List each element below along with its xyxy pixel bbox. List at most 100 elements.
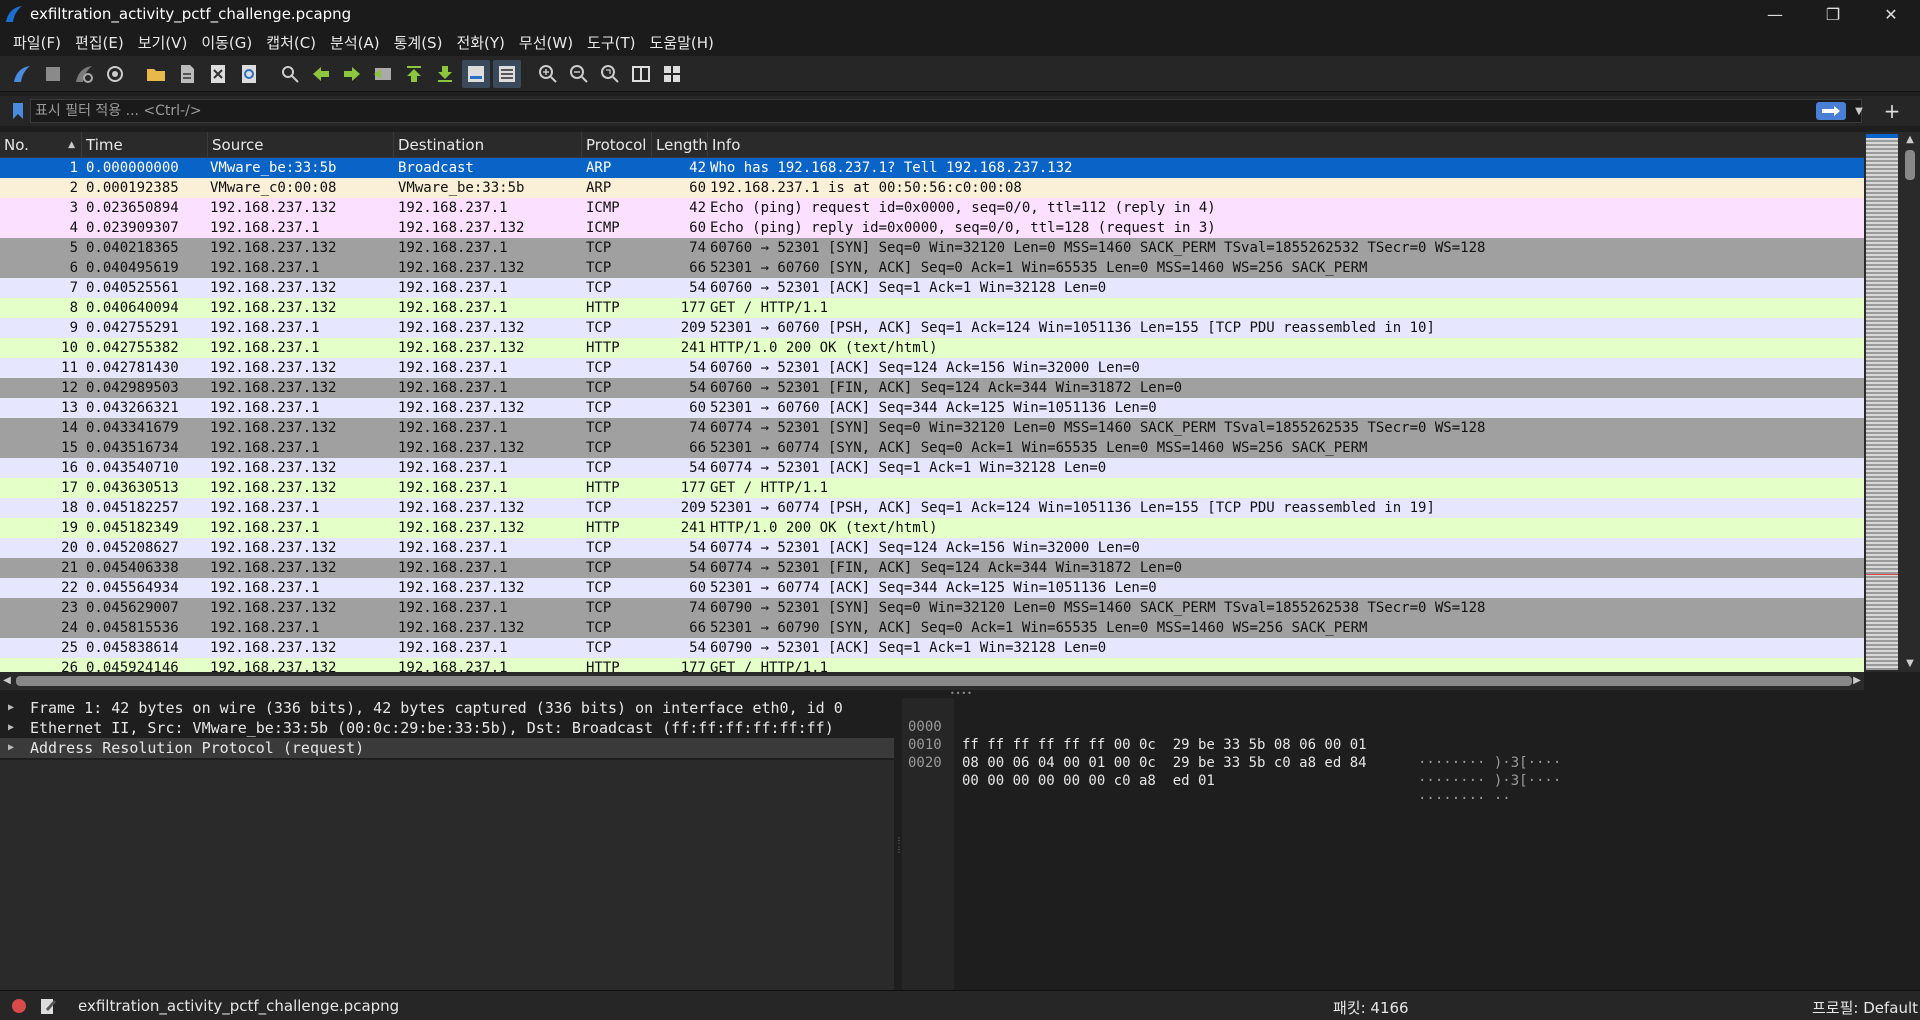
vertical-scroll-thumb[interactable] <box>1905 150 1915 180</box>
packet-row[interactable]: 16 0.043540710 192.168.237.132 192.168.237.… <box>0 458 1864 478</box>
packet-list-horizontal-scrollbar[interactable]: ◀ ▶ <box>0 672 1864 690</box>
packet-row[interactable]: 5 0.040218365 192.168.237.132 192.168.237.1… <box>0 238 1864 258</box>
packet-row[interactable]: 17 0.043630513 192.168.237.132 192.168.237.… <box>0 478 1864 498</box>
details-row-frame[interactable]: ▶ Frame 1: 42 bytes on wire (336 bits), … <box>0 698 894 718</box>
find-packet-button[interactable] <box>276 60 304 88</box>
details-row-ethernet[interactable]: ▶ Ethernet II, Src: VMware_be:33:5b (00:… <box>0 718 894 738</box>
packet-minimap[interactable] <box>1864 132 1900 672</box>
bytes-hex: 00 00 00 00 00 00 c0 a8 ed 01 <box>962 773 1215 789</box>
packet-row[interactable]: 23 0.045629007 192.168.237.132 192.168.237.… <box>0 598 1864 618</box>
column-header-length[interactable]: Length <box>652 132 708 158</box>
details-row-arp[interactable]: ▶ Address Resolution Protocol (request) <box>0 738 894 758</box>
restart-capture-button[interactable] <box>70 60 98 88</box>
go-back-button[interactable] <box>307 60 335 88</box>
menu-analyze[interactable]: 분석(A) <box>323 28 387 56</box>
zoom-out-button[interactable] <box>565 60 593 88</box>
expand-arrow-icon[interactable]: ▶ <box>8 698 22 718</box>
close-file-button[interactable] <box>204 60 232 88</box>
column-header-source[interactable]: Source <box>208 132 394 158</box>
packet-row[interactable]: 1 0.000000000 VMware_be:33:5b Broadcast ARP 4… <box>0 158 1864 178</box>
bytes-row[interactable]: 0010 08 00 06 04 00 01 00 0c 29 be 33 5b… <box>902 718 1561 789</box>
bytes-row[interactable]: 0000 ff ff ff ff ff ff 00 0c 29 be 33 5b… <box>902 700 1561 771</box>
packet-row[interactable]: 19 0.045182349 192.168.237.1 192.168.237.13… <box>0 518 1864 538</box>
go-to-packet-button[interactable] <box>369 60 397 88</box>
packet-row[interactable]: 21 0.045406338 192.168.237.132 192.168.237.… <box>0 558 1864 578</box>
packet-row[interactable]: 7 0.040525561 192.168.237.132 192.168.237.1… <box>0 278 1864 298</box>
menu-telephony[interactable]: 전화(Y) <box>449 28 511 56</box>
packet-row[interactable]: 18 0.045182257 192.168.237.1 192.168.237.13… <box>0 498 1864 518</box>
menu-help[interactable]: 도움말(H) <box>643 28 721 56</box>
packet-row[interactable]: 8 0.040640094 192.168.237.132 192.168.237.1… <box>0 298 1864 318</box>
packet-row[interactable]: 4 0.023909307 192.168.237.1 192.168.237.132… <box>0 218 1864 238</box>
menu-capture[interactable]: 캡처(C) <box>259 28 323 56</box>
column-header-time[interactable]: Time <box>82 132 208 158</box>
reload-file-button[interactable] <box>235 60 263 88</box>
packet-row[interactable]: 12 0.042989503 192.168.237.132 192.168.237.… <box>0 378 1864 398</box>
display-filter-input[interactable] <box>30 99 1862 123</box>
packet-row[interactable]: 25 0.045838614 192.168.237.132 192.168.237.… <box>0 638 1864 658</box>
packet-row[interactable]: 22 0.045564934 192.168.237.1 192.168.237.13… <box>0 578 1864 598</box>
packet-row[interactable]: 9 0.042755291 192.168.237.1 192.168.237.132… <box>0 318 1864 338</box>
packet-row[interactable]: 2 0.000192385 VMware_c0:00:08 VMware_be:33:… <box>0 178 1864 198</box>
close-button[interactable]: ✕ <box>1862 0 1920 28</box>
menu-view[interactable]: 보기(V) <box>131 28 195 56</box>
go-last-button[interactable] <box>431 60 459 88</box>
column-header-destination[interactable]: Destination <box>394 132 582 158</box>
filter-history-dropdown[interactable]: ▼ <box>1852 102 1866 120</box>
capture-options-button[interactable] <box>101 60 129 88</box>
add-filter-button-button[interactable]: + <box>1880 99 1904 123</box>
start-capture-button[interactable] <box>8 60 36 88</box>
scroll-right-icon[interactable]: ▶ <box>1850 672 1864 690</box>
packet-row[interactable]: 26 0.045924146 192.168.237.132 192.168.237.… <box>0 658 1864 672</box>
packet-row[interactable]: 14 0.043341679 192.168.237.132 192.168.237.… <box>0 418 1864 438</box>
apply-filter-button[interactable] <box>1816 102 1846 120</box>
packet-row[interactable]: 15 0.043516734 192.168.237.1 192.168.237.13… <box>0 438 1864 458</box>
restore-button[interactable]: ❐ <box>1804 0 1862 28</box>
column-header-info[interactable]: Info <box>708 132 1864 158</box>
resize-columns-button[interactable] <box>627 60 655 88</box>
packet-row[interactable]: 10 0.042755382 192.168.237.1 192.168.237.13… <box>0 338 1864 358</box>
colorize-button[interactable] <box>493 59 521 88</box>
bytes-row[interactable]: 0020 00 00 00 00 00 00 c0 a8 ed 01 ·····… <box>902 736 1511 807</box>
packet-list-pane[interactable]: No. ▲ Time Source Destination Protocol L… <box>0 132 1864 672</box>
menu-statistics[interactable]: 통계(S) <box>387 28 450 56</box>
autoscroll-button[interactable] <box>462 59 490 88</box>
packet-row[interactable]: 3 0.023650894 192.168.237.132 192.168.237.1… <box>0 198 1864 218</box>
column-header-no[interactable]: No. ▲ <box>0 132 82 158</box>
scroll-up-icon[interactable]: ▲ <box>1900 132 1920 148</box>
filter-bookmark-button[interactable] <box>8 100 28 122</box>
zoom-normal-button[interactable] <box>596 60 624 88</box>
save-file-button[interactable] <box>173 60 201 88</box>
expand-arrow-icon[interactable]: ▶ <box>8 738 22 758</box>
horizontal-scroll-thumb[interactable] <box>16 676 1852 686</box>
packet-row[interactable]: 20 0.045208627 192.168.237.132 192.168.237.… <box>0 538 1864 558</box>
open-file-button[interactable] <box>142 60 170 88</box>
menu-go[interactable]: 이동(G) <box>194 28 259 56</box>
menu-edit[interactable]: 편집(E) <box>68 28 131 56</box>
packet-row[interactable]: 13 0.043266321 192.168.237.1 192.168.237.13… <box>0 398 1864 418</box>
packet-row[interactable]: 24 0.045815536 192.168.237.1 192.168.237.13… <box>0 618 1864 638</box>
go-forward-button[interactable] <box>338 60 366 88</box>
scroll-down-icon[interactable]: ▼ <box>1900 656 1920 672</box>
expand-arrow-icon[interactable]: ▶ <box>8 718 22 738</box>
packet-details-pane[interactable]: ▶ Frame 1: 42 bytes on wire (336 bits), … <box>0 698 894 990</box>
go-first-button[interactable] <box>400 60 428 88</box>
packet-row[interactable]: 11 0.042781430 192.168.237.132 192.168.237.… <box>0 358 1864 378</box>
capture-comment-icon[interactable] <box>40 997 56 1015</box>
packet-row[interactable]: 6 0.040495619 192.168.237.1 192.168.237.132… <box>0 258 1864 278</box>
zoom-in-button[interactable] <box>534 60 562 88</box>
status-profile[interactable]: 프로필: Default <box>1812 997 1918 1018</box>
column-header-protocol[interactable]: Protocol <box>582 132 652 158</box>
menu-file[interactable]: 파일(F) <box>6 28 68 56</box>
pane-splitter-horizontal[interactable]: •••• <box>0 690 1920 698</box>
layout-button[interactable] <box>658 60 686 88</box>
expert-info-icon[interactable] <box>12 999 26 1013</box>
minimize-button[interactable]: — <box>1746 0 1804 28</box>
scroll-left-icon[interactable]: ◀ <box>0 672 14 690</box>
stop-capture-button[interactable] <box>39 60 67 88</box>
menu-tools[interactable]: 도구(T) <box>580 28 642 56</box>
pane-splitter-vertical[interactable]: ⋮ ⋮ <box>894 698 903 990</box>
menu-wireless[interactable]: 무선(W) <box>512 28 580 56</box>
packet-list-vertical-scrollbar[interactable]: ▲ ▼ <box>1900 132 1920 672</box>
packet-bytes-pane[interactable]: 0000 ff ff ff ff ff ff 00 0c 29 be 33 5b… <box>902 698 1920 990</box>
